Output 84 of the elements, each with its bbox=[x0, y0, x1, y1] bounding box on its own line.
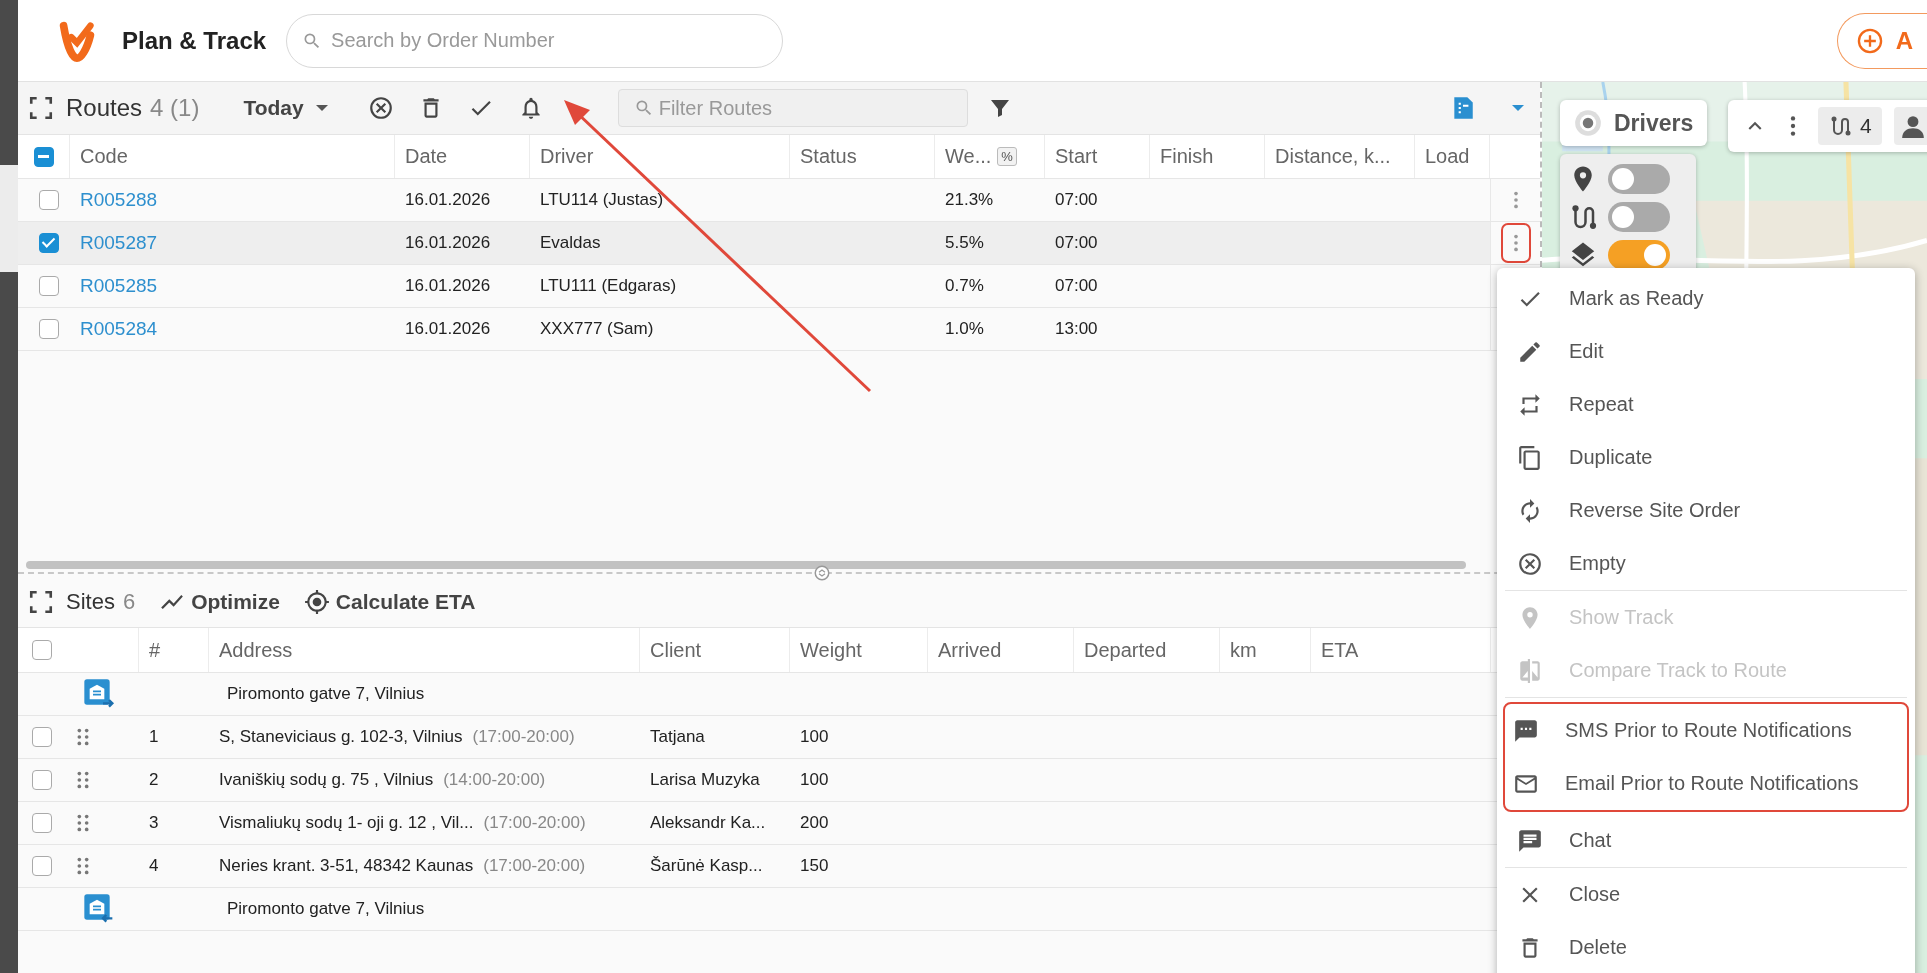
table-cell: 21.3% bbox=[945, 190, 994, 210]
time-window: (17:00-20:00) bbox=[472, 727, 575, 747]
route-link[interactable]: R005285 bbox=[80, 275, 158, 297]
address-text: Vismaliukų sodų 1- oji g. 12 , Vil... bbox=[219, 813, 474, 833]
menu-item[interactable]: SMS Prior to Route Notifications bbox=[1505, 704, 1907, 757]
table-cell: 0.7% bbox=[945, 276, 984, 296]
column-header[interactable]: Date bbox=[405, 145, 448, 168]
route-link[interactable]: R005287 bbox=[80, 232, 158, 254]
add-button[interactable]: A bbox=[1836, 12, 1927, 69]
column-header[interactable]: Client bbox=[650, 638, 702, 662]
address-text: Piromonto gatve 7, Vilnius bbox=[227, 899, 425, 919]
table-cell: 100 bbox=[800, 770, 829, 790]
column-header[interactable]: ETA bbox=[1321, 638, 1359, 662]
table-cell: 16.01.2026 bbox=[405, 276, 491, 296]
table-cell: 16.01.2026 bbox=[405, 233, 491, 253]
column-header[interactable]: km bbox=[1230, 638, 1257, 662]
column-header[interactable]: Status bbox=[800, 145, 857, 168]
section-title: Routes bbox=[66, 94, 143, 122]
column-header[interactable]: # bbox=[149, 638, 161, 662]
site-count: 6 bbox=[122, 588, 136, 615]
filter-field[interactable]: Filter Routes bbox=[617, 89, 968, 127]
column-header[interactable]: Distance, k... bbox=[1275, 145, 1391, 168]
route-count: 4 (1) bbox=[150, 94, 200, 122]
percent-toggle[interactable]: % bbox=[997, 147, 1017, 166]
menu-item[interactable]: Repeat bbox=[1505, 378, 1907, 431]
column-header[interactable]: Arrived bbox=[938, 638, 1002, 662]
toolbar-button[interactable]: Calculate ETA bbox=[303, 588, 476, 615]
toolbar-button[interactable]: Optimize bbox=[159, 588, 280, 615]
table-cell: Tatjana bbox=[650, 727, 705, 747]
menu-item[interactable]: Chat bbox=[1505, 814, 1907, 867]
routes-count-button[interactable]: 4 bbox=[1818, 107, 1882, 145]
table-cell: 07:00 bbox=[1055, 276, 1098, 296]
table-cell: 16.01.2026 bbox=[405, 319, 491, 339]
time-window: (17:00-20:00) bbox=[483, 856, 586, 876]
table-cell: Larisa Muzyka bbox=[650, 770, 760, 790]
menu-item[interactable]: Delete bbox=[1505, 921, 1907, 973]
address-text: Piromonto gatve 7, Vilnius bbox=[227, 684, 425, 704]
menu-item[interactable]: Edit bbox=[1505, 325, 1907, 378]
table-cell: 5.5% bbox=[945, 233, 984, 253]
menu-item[interactable]: Reverse Site Order bbox=[1505, 484, 1907, 537]
menu-item[interactable]: Close bbox=[1505, 868, 1907, 921]
drivers-button[interactable]: Drivers bbox=[1560, 100, 1708, 146]
table-cell: 1.0% bbox=[945, 319, 984, 339]
table-cell: 13:00 bbox=[1055, 319, 1098, 339]
address-text: Ivaniškių sodų g. 75 , Vilnius bbox=[219, 770, 434, 790]
section-title: Sites bbox=[66, 588, 115, 615]
table-cell: Šarūnė Kasp... bbox=[650, 856, 763, 876]
table-cell: 150 bbox=[800, 856, 829, 876]
table-cell: XXX777 (Sam) bbox=[540, 319, 654, 339]
time-window: (14:00-20:00) bbox=[443, 770, 546, 790]
search-field[interactable]: Search by Order Number bbox=[286, 13, 784, 68]
column-header[interactable]: Start bbox=[1055, 145, 1098, 168]
route-link[interactable]: R005284 bbox=[80, 318, 158, 340]
column-header[interactable]: Finish bbox=[1160, 145, 1214, 168]
table-cell: Evaldas bbox=[540, 233, 601, 253]
table-cell: LTU114 (Justas) bbox=[540, 190, 664, 210]
table-cell: Aleksandr Ka... bbox=[650, 813, 766, 833]
column-header[interactable]: Departed bbox=[1084, 638, 1167, 662]
time-window: (17:00-20:00) bbox=[483, 813, 586, 833]
column-header[interactable]: Weight bbox=[800, 638, 862, 662]
table-cell: 4 bbox=[149, 856, 159, 876]
table-cell: 200 bbox=[800, 813, 829, 833]
table-cell: 3 bbox=[149, 813, 159, 833]
table-cell: 07:00 bbox=[1055, 190, 1098, 210]
column-header[interactable]: Address bbox=[219, 638, 293, 662]
menu-item[interactable]: Duplicate bbox=[1505, 431, 1907, 484]
table-cell: 07:00 bbox=[1055, 233, 1098, 253]
period-dropdown[interactable]: Today bbox=[243, 96, 328, 120]
menu-item[interactable]: Email Prior to Route Notifications bbox=[1505, 757, 1907, 810]
column-header[interactable]: We... bbox=[945, 145, 992, 168]
app-title: Plan & Track bbox=[122, 26, 267, 55]
table-cell: 100 bbox=[800, 727, 829, 747]
address-text: Neries krant. 3-51, 48342 Kaunas bbox=[219, 856, 474, 876]
table-cell: 2 bbox=[149, 770, 159, 790]
menu-item[interactable]: Mark as Ready bbox=[1505, 272, 1907, 325]
table-cell: 16.01.2026 bbox=[405, 190, 491, 210]
table-cell: LTU111 (Edgaras) bbox=[540, 276, 677, 296]
menu-item[interactable]: Empty bbox=[1505, 537, 1907, 590]
column-header[interactable]: Load bbox=[1425, 145, 1470, 168]
table-cell: 1 bbox=[149, 727, 159, 747]
route-link[interactable]: R005288 bbox=[80, 189, 158, 211]
column-header[interactable]: Driver bbox=[540, 145, 594, 168]
column-header[interactable]: Code bbox=[80, 145, 128, 168]
address-text: S, Staneviciaus g. 102-3, Vilnius bbox=[219, 727, 463, 747]
